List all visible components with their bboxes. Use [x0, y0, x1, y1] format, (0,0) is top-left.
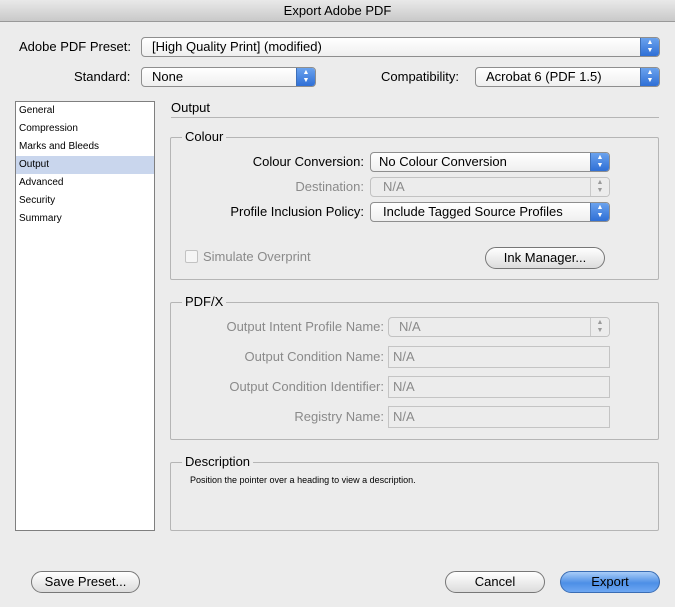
panel-divider: [171, 117, 659, 118]
sidebar-item-summary[interactable]: Summary: [16, 210, 154, 228]
standard-label: Standard:: [74, 69, 131, 84]
output-condition-field[interactable]: N/A: [388, 346, 610, 368]
output-identifier-field[interactable]: N/A: [388, 376, 610, 398]
compatibility-label: Compatibility:: [381, 69, 460, 84]
output-intent-label: Output Intent Profile Name:: [226, 319, 384, 334]
destination-value: N/A: [383, 179, 405, 194]
sidebar-item-advanced[interactable]: Advanced: [16, 174, 154, 192]
popup-arrows-icon: ▲ ▼: [590, 178, 609, 196]
description-group-title: Description: [182, 454, 254, 469]
popup-arrows-icon: ▲ ▼: [590, 203, 609, 221]
colour-conversion-popup[interactable]: No Colour Conversion ▲ ▼: [370, 152, 610, 172]
sidebar-item-marks-and-bleeds[interactable]: Marks and Bleeds: [16, 138, 154, 156]
compatibility-popup[interactable]: Acrobat 6 (PDF 1.5) ▲ ▼: [475, 67, 660, 87]
preset-label: Adobe PDF Preset:: [19, 39, 131, 54]
registry-name-label: Registry Name:: [294, 409, 384, 424]
standard-value: None: [152, 69, 184, 84]
cancel-button[interactable]: Cancel: [445, 571, 545, 593]
popup-arrows-icon: ▲ ▼: [590, 318, 609, 336]
colour-conversion-label: Colour Conversion:: [252, 154, 364, 169]
output-identifier-label: Output Condition Identifier:: [229, 379, 384, 394]
registry-name-field[interactable]: N/A: [388, 406, 610, 428]
description-group: [170, 462, 659, 531]
export-button[interactable]: Export: [560, 571, 660, 593]
save-preset-button[interactable]: Save Preset...: [31, 571, 140, 593]
standard-popup[interactable]: None ▲ ▼: [141, 67, 316, 87]
output-intent-popup[interactable]: N/A ▲ ▼: [388, 317, 610, 337]
destination-popup[interactable]: N/A ▲ ▼: [370, 177, 610, 197]
output-condition-label: Output Condition Name:: [244, 349, 384, 364]
sidebar-item-output[interactable]: Output: [16, 156, 154, 174]
profile-inclusion-popup[interactable]: Include Tagged Source Profiles ▲ ▼: [370, 202, 610, 222]
category-list[interactable]: General Compression Marks and Bleeds Out…: [15, 101, 155, 531]
preset-value: [High Quality Print] (modified): [152, 39, 322, 54]
pdfx-group-title: PDF/X: [182, 294, 227, 309]
popup-arrows-icon: ▲ ▼: [640, 38, 659, 56]
colour-conversion-value: No Colour Conversion: [379, 154, 507, 169]
popup-arrows-icon: ▲ ▼: [640, 68, 659, 86]
ink-manager-button[interactable]: Ink Manager...: [485, 247, 605, 269]
simulate-overprint-checkbox[interactable]: [185, 250, 198, 263]
compatibility-value: Acrobat 6 (PDF 1.5): [486, 69, 602, 84]
description-text: Position the pointer over a heading to v…: [190, 475, 416, 485]
popup-arrows-icon: ▲ ▼: [296, 68, 315, 86]
output-intent-value: N/A: [399, 319, 421, 334]
window-title: Export Adobe PDF: [0, 0, 675, 22]
sidebar-item-compression[interactable]: Compression: [16, 120, 154, 138]
simulate-overprint-label: Simulate Overprint: [203, 249, 311, 264]
profile-inclusion-label: Profile Inclusion Policy:: [230, 204, 364, 219]
panel-title: Output: [171, 100, 211, 115]
sidebar-item-security[interactable]: Security: [16, 192, 154, 210]
profile-inclusion-value: Include Tagged Source Profiles: [383, 204, 563, 219]
sidebar-item-general[interactable]: General: [16, 102, 154, 120]
preset-popup[interactable]: [High Quality Print] (modified) ▲ ▼: [141, 37, 660, 57]
destination-label: Destination:: [295, 179, 364, 194]
colour-group-title: Colour: [182, 129, 227, 144]
popup-arrows-icon: ▲ ▼: [590, 153, 609, 171]
